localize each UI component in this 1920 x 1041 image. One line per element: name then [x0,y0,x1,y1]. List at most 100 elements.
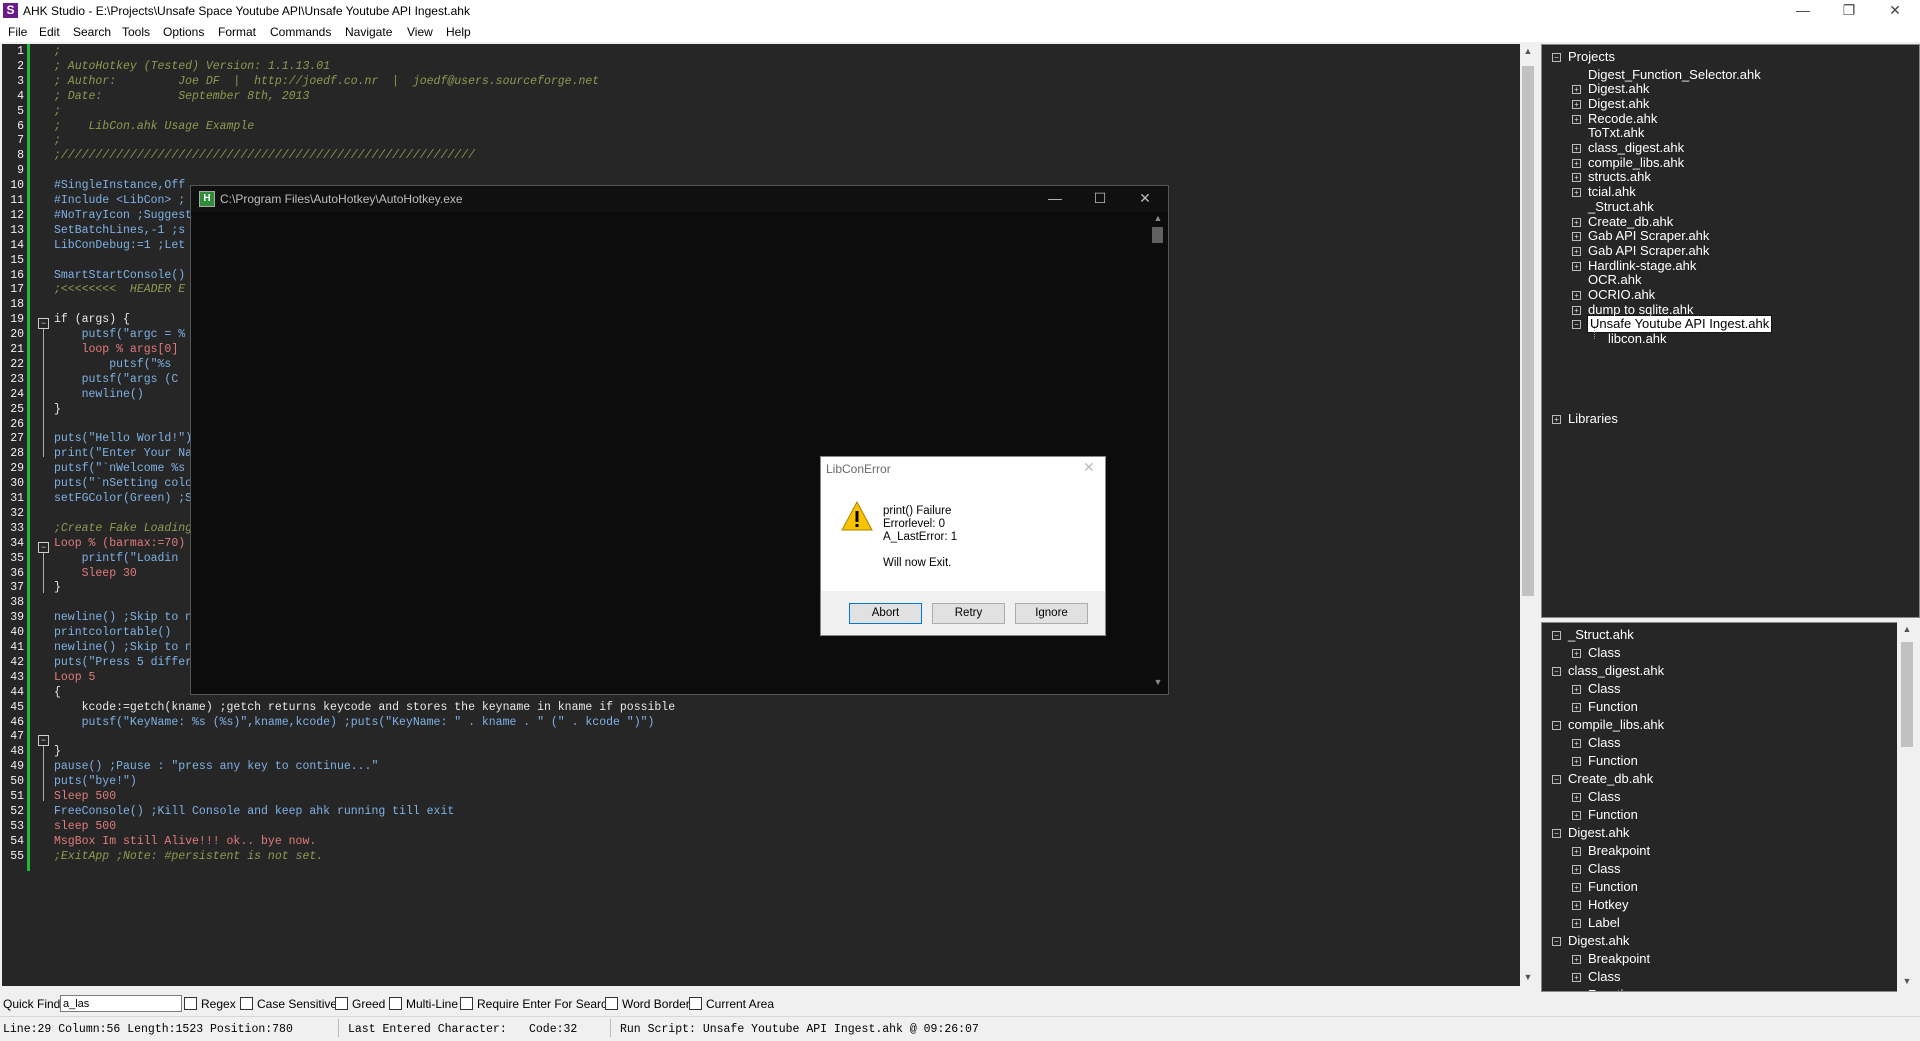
scroll-down-icon[interactable]: ▼ [1150,677,1166,687]
collapse-icon[interactable]: − [1552,721,1561,730]
code-line[interactable]: puts("Press 5 differ [54,656,192,671]
expand-icon[interactable]: + [1572,158,1581,168]
code-explorer-category[interactable]: Hotkey [1588,897,1628,913]
console-minimize-icon[interactable]: — [1033,188,1077,210]
code-line[interactable]: putsf("`nWelcome %s [54,462,185,477]
tree-root-projects[interactable]: Projects [1568,49,1615,65]
code-line[interactable]: #Include <LibCon> ; [54,194,185,209]
code-explorer-category[interactable]: Class [1588,789,1621,805]
editor-scrollbar[interactable]: ▲ ▼ [1520,44,1536,986]
expand-icon[interactable]: + [1572,955,1581,964]
expand-icon[interactable]: + [1572,232,1581,242]
project-tree-item[interactable]: Create_db.ahk [1588,214,1673,230]
code-line[interactable]: putsf("%s [54,358,171,373]
code-explorer-category[interactable]: Function [1588,699,1638,715]
code-line[interactable]: LibConDebug:=1 ;Let [54,239,185,254]
project-explorer[interactable]: − Projects Digest_Function_Selector.ahk +… [1541,44,1920,618]
code-line[interactable]: ; [54,105,61,120]
close-icon[interactable]: ✕ [1872,0,1918,22]
scrollbar-thumb[interactable] [1522,66,1534,596]
menu-help[interactable]: Help [446,25,471,39]
require-enter-checkbox[interactable]: Require Enter For Search [460,997,614,1011]
code-explorer-file[interactable]: compile_libs.ahk [1568,717,1664,733]
code-line[interactable]: puts("bye!") [54,775,137,790]
scroll-up-icon[interactable]: ▲ [1150,213,1166,223]
code-line[interactable]: ; [54,134,61,149]
error-dialog[interactable]: LibConError ✕ print() Failure Errorlevel… [820,456,1106,636]
code-line[interactable]: putsf("args (C [54,373,179,388]
menu-options[interactable]: Options [163,25,204,39]
regex-checkbox[interactable]: Regex [184,997,236,1011]
expand-icon[interactable]: + [1572,649,1581,658]
code-explorer-scrollbar[interactable]: ▲ ▼ [1897,622,1917,992]
scroll-up-icon[interactable]: ▲ [1520,46,1536,56]
collapse-icon[interactable]: − [1552,53,1561,62]
code-line[interactable]: ;Create Fake Loading [54,522,192,537]
menu-tools[interactable]: Tools [122,25,150,39]
expand-icon[interactable]: + [1572,757,1581,766]
console-title-bar[interactable]: H C:\Program Files\AutoHotkey\AutoHotkey… [191,186,1168,212]
code-explorer-category[interactable]: Label [1588,915,1620,931]
fold-toggle-icon[interactable]: − [38,735,49,746]
code-line[interactable]: } [54,745,61,760]
code-line[interactable]: ; [54,45,61,60]
console-close-icon[interactable]: ✕ [1123,188,1167,210]
project-tree-item[interactable]: Unsafe Youtube API Ingest.ahk [1586,315,1773,334]
code-explorer[interactable]: − _Struct.ahk + Class − class_digest.ahk + Clas… [1541,622,1898,992]
expand-icon[interactable]: + [1572,739,1581,748]
retry-button[interactable]: Retry [932,603,1005,624]
restore-icon[interactable]: ❐ [1826,0,1872,22]
code-line[interactable]: putsf("KeyName: %s (%s)",kname,kcode) ;p… [54,716,655,731]
expand-icon[interactable]: + [1572,246,1581,256]
project-tree-item[interactable]: OCR.ahk [1588,272,1641,288]
code-line[interactable]: newline() ;Skip to n [54,641,192,656]
code-line[interactable]: printcolortable() [54,626,171,641]
code-line[interactable]: kcode:=getch(kname) ;getch returns keyco… [54,701,676,716]
expand-icon[interactable]: + [1572,991,1581,992]
menu-format[interactable]: Format [218,25,256,39]
expand-icon[interactable]: + [1572,261,1581,271]
code-explorer-category[interactable]: Breakpoint [1588,843,1650,859]
code-line[interactable]: Sleep 30 [54,567,137,582]
multi-line-checkbox[interactable]: Multi-Line [389,997,458,1011]
code-line[interactable]: MsgBox Im still Alive!!! ok.. bye now. [54,835,316,850]
collapse-icon[interactable]: − [1552,829,1561,838]
code-line[interactable]: } [54,581,61,596]
code-explorer-category[interactable]: Class [1588,969,1621,985]
menu-file[interactable]: File [8,25,27,39]
project-tree-item[interactable]: compile_libs.ahk [1588,155,1684,171]
code-line[interactable]: SetBatchLines,-1 ;s [54,224,185,239]
expand-icon[interactable]: + [1572,973,1581,982]
code-line[interactable]: ; AutoHotkey (Tested) Version: 1.1.13.01 [54,60,330,75]
word-border-checkbox[interactable]: Word Border [605,997,690,1011]
expand-icon[interactable]: + [1572,188,1581,198]
code-line[interactable]: puts("`nSetting colo [54,477,192,492]
project-tree-item[interactable]: Digest.ahk [1588,81,1649,97]
project-tree-item[interactable]: Digest.ahk [1588,96,1649,112]
code-explorer-category[interactable]: Class [1588,735,1621,751]
code-line[interactable]: loop % args[0] [54,343,179,358]
code-explorer-category[interactable]: Function [1588,807,1638,823]
code-explorer-file[interactable]: class_digest.ahk [1568,663,1664,679]
expand-icon[interactable]: + [1552,415,1561,424]
quick-find-input[interactable] [60,995,182,1012]
console-scrollbar[interactable]: ▲ ▼ [1149,213,1166,693]
project-tree-item[interactable]: OCRIO.ahk [1588,287,1655,303]
code-line[interactable]: sleep 500 [54,820,116,835]
code-line[interactable]: ; Author: Joe DF | http://joedf.co.nr | … [54,75,599,90]
ignore-button[interactable]: Ignore [1015,603,1088,624]
project-tree-item[interactable]: Gab API Scraper.ahk [1588,243,1709,259]
collapse-icon[interactable]: − [1552,937,1561,946]
project-tree-item[interactable]: Gab API Scraper.ahk [1588,228,1709,244]
expand-icon[interactable]: + [1572,685,1581,694]
code-line[interactable]: setFGColor(Green) ;S [54,492,192,507]
fold-toggle-icon[interactable]: − [38,542,49,553]
code-line[interactable]: { [54,686,61,701]
code-line[interactable]: Loop % (barmax:=70) [54,537,185,552]
scroll-down-icon[interactable]: ▼ [1899,976,1915,986]
code-explorer-category[interactable]: Class [1588,681,1621,697]
project-tree-item[interactable]: tcial.ahk [1588,184,1636,200]
expand-icon[interactable]: + [1572,217,1581,227]
expand-icon[interactable]: + [1572,703,1581,712]
project-tree-item[interactable]: _Struct.ahk [1588,199,1654,215]
